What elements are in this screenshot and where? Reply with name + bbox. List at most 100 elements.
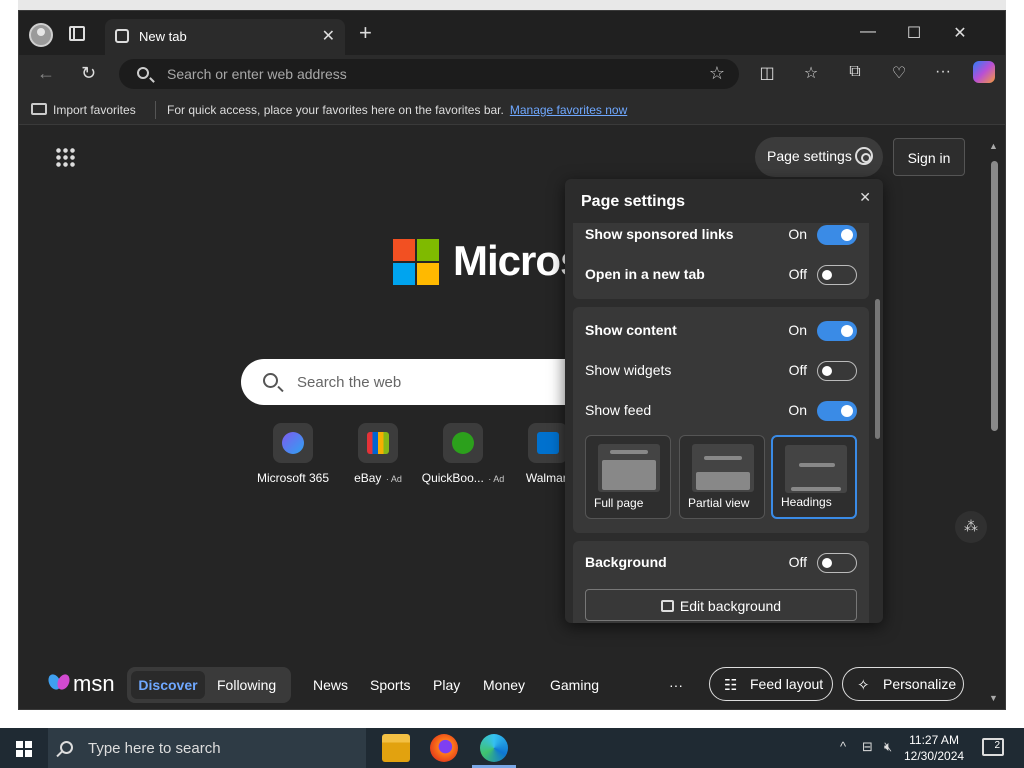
copilot-icon[interactable] — [973, 61, 995, 83]
scrollbar-thumb[interactable] — [991, 161, 998, 431]
network-icon[interactable]: ⊟ — [862, 739, 873, 755]
maximize-icon[interactable]: ☐ — [891, 23, 937, 43]
manage-favorites-link[interactable]: Manage favorites now — [510, 103, 627, 117]
page-scrollbar[interactable]: ▲ ▼ — [987, 141, 1001, 711]
web-search-placeholder: Search the web — [297, 374, 402, 391]
open-new-tab-toggle[interactable] — [817, 265, 857, 285]
layout-option-partial-view[interactable]: Partial view — [679, 435, 765, 519]
sliders-icon: ☷ — [724, 677, 738, 694]
close-icon[interactable]: ✕ — [859, 189, 871, 206]
favorite-star-icon[interactable]: ☆ — [709, 63, 725, 84]
layout-label: Headings — [781, 495, 832, 509]
headings-thumbnail — [785, 445, 847, 493]
sparkle-icon[interactable]: ⁂ — [955, 511, 987, 543]
nav-play[interactable]: Play — [433, 677, 460, 693]
windows-start-icon[interactable] — [16, 741, 32, 757]
sponsored-links-toggle[interactable] — [817, 225, 857, 245]
thumbnail-bar — [791, 487, 841, 491]
background-toggle[interactable] — [817, 553, 857, 573]
nav-money[interactable]: Money — [483, 677, 525, 693]
tab-actions-icon[interactable] — [69, 26, 85, 41]
partial-view-thumbnail — [692, 444, 754, 492]
content-settings-card: Show content On Show widgets Off Show fe… — [573, 307, 869, 533]
tab-following[interactable]: Following — [217, 677, 276, 693]
edge-icon[interactable] — [472, 734, 516, 768]
tab-new-tab[interactable]: New tab ✕ — [105, 19, 345, 55]
personalize-button[interactable]: ✧ Personalize — [842, 667, 964, 701]
notifications-icon[interactable]: 2 — [982, 738, 1004, 756]
quick-link-label: Microsoft 365 — [256, 471, 330, 485]
ad-badge: · Ad — [488, 474, 505, 484]
toolbar: ← ↻ Search or enter web address ☆ ◫ ☆ ⧉ … — [19, 55, 1005, 95]
show-hidden-icons-icon[interactable]: ^ — [840, 739, 846, 754]
quick-link-quickbooks[interactable]: QuickBoo... · Ad — [420, 423, 506, 487]
nav-news[interactable]: News — [313, 677, 348, 693]
msn-logo[interactable]: msn — [73, 671, 115, 697]
panel-title: Page settings — [581, 193, 686, 210]
show-widgets-toggle[interactable] — [817, 361, 857, 381]
nav-more[interactable]: ··· — [669, 677, 683, 693]
app-launcher-icon[interactable] — [55, 147, 75, 167]
nav-sports[interactable]: Sports — [370, 677, 410, 693]
browser-essentials-icon[interactable]: ♡ — [887, 63, 911, 83]
feed-layout-label: Feed layout — [750, 676, 824, 692]
close-window-icon[interactable]: ✕ — [937, 23, 983, 43]
quick-link-microsoft-365[interactable]: Microsoft 365 — [250, 423, 336, 487]
layout-option-full-page[interactable]: Full page — [585, 435, 671, 519]
quick-link-ebay[interactable]: eBay · Ad — [335, 423, 421, 487]
system-clock[interactable]: 11:27 AM 12/30/2024 — [904, 732, 964, 764]
address-bar[interactable]: Search or enter web address ☆ — [119, 59, 739, 89]
setting-row-show-feed: Show feed On — [585, 399, 857, 423]
ebay-icon — [358, 423, 398, 463]
favorites-bar: Import favorites For quick access, place… — [19, 95, 1005, 125]
search-icon — [263, 373, 278, 388]
microsoft-wordmark: Micros — [453, 237, 583, 284]
import-favorites-button[interactable]: Import favorites — [53, 103, 136, 117]
setting-label: Background — [585, 554, 667, 570]
sign-in-button[interactable]: Sign in — [893, 138, 965, 176]
profile-avatar-icon[interactable] — [29, 23, 53, 47]
notification-count: 2 — [994, 740, 1000, 751]
split-screen-icon[interactable]: ◫ — [755, 63, 779, 83]
file-explorer-icon[interactable] — [382, 734, 410, 762]
tab-title: New tab — [139, 29, 187, 44]
scroll-up-icon[interactable]: ▲ — [989, 141, 998, 151]
setting-state: Off — [788, 362, 807, 378]
setting-label: Show content — [585, 322, 677, 338]
setting-row-show-content: Show content On — [585, 319, 857, 343]
thumbnail-block — [696, 472, 750, 490]
clock-time: 11:27 AM — [909, 733, 959, 747]
back-icon[interactable]: ← — [37, 63, 55, 84]
favorites-message-text: For quick access, place your favorites h… — [167, 103, 504, 117]
setting-state: On — [788, 226, 807, 242]
show-content-toggle[interactable] — [817, 321, 857, 341]
feed-layout-button[interactable]: ☷ Feed layout — [709, 667, 833, 701]
new-tab-button[interactable]: + — [359, 21, 372, 45]
nav-gaming[interactable]: Gaming — [550, 677, 599, 693]
favorites-icon[interactable]: ☆ — [799, 63, 823, 83]
image-icon — [660, 600, 674, 612]
panel-scrollbar[interactable] — [875, 299, 880, 439]
msn-feed-bar: msn Discover Following News Sports Play … — [19, 659, 1005, 709]
page-settings-label: Page settings — [767, 148, 852, 164]
refresh-icon[interactable]: ↻ — [81, 63, 96, 84]
tab-close-icon[interactable]: ✕ — [322, 26, 335, 46]
collections-icon[interactable]: ⧉ — [843, 63, 867, 81]
layout-label: Partial view — [688, 496, 750, 510]
firefox-icon[interactable] — [430, 734, 458, 762]
walmart-glyph — [537, 432, 559, 454]
ad-badge: · Ad — [385, 474, 402, 484]
show-feed-toggle[interactable] — [817, 401, 857, 421]
edit-background-button[interactable]: Edit background — [585, 589, 857, 621]
volume-muted-icon[interactable]: 🔇︎ — [884, 739, 892, 755]
tab-discover[interactable]: Discover — [131, 671, 205, 699]
address-placeholder: Search or enter web address — [167, 66, 347, 82]
scroll-down-icon[interactable]: ▼ — [989, 693, 998, 703]
page-settings-button[interactable]: Page settings — [755, 137, 883, 177]
more-options-icon[interactable]: ··· — [931, 63, 955, 81]
setting-row-background: Background Off — [585, 551, 857, 575]
minimize-icon[interactable]: — — [845, 23, 891, 41]
taskbar-search-box[interactable]: Type here to search — [48, 728, 366, 768]
setting-label: Show feed — [585, 402, 652, 418]
layout-option-headings[interactable]: Headings — [771, 435, 857, 519]
